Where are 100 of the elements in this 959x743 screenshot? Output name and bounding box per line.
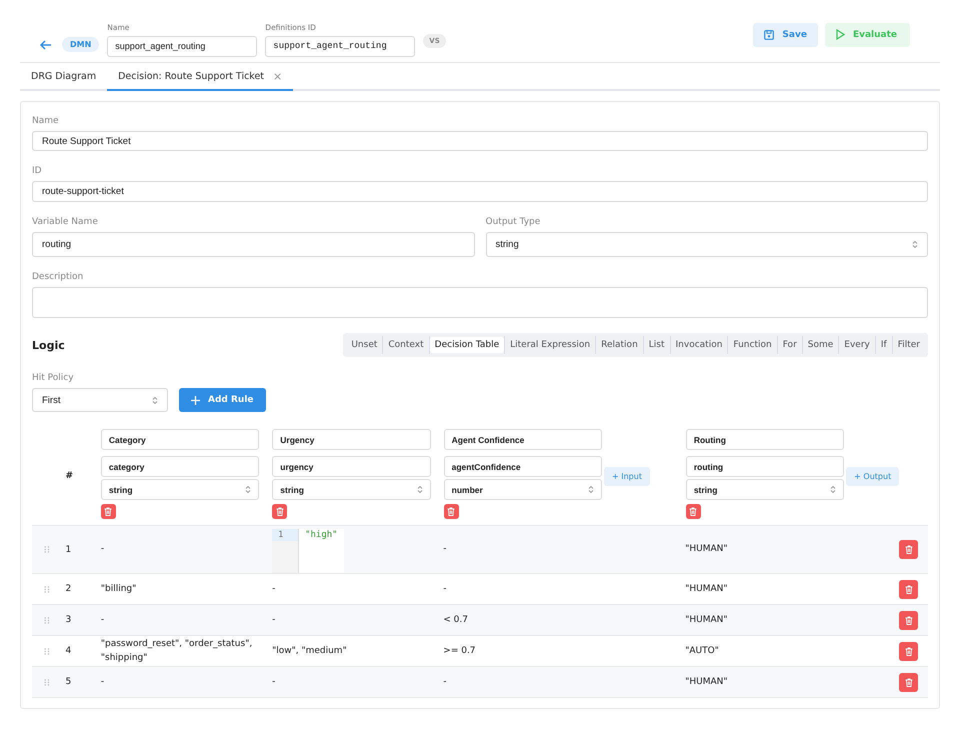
logic-type-tab[interactable]: Filter [892,337,925,354]
field-label: Variable Name [32,216,99,227]
field-label: Output Type [486,216,542,227]
table-cell-text: - [272,676,276,689]
table-cell-text: - [272,614,276,627]
description-field[interactable] [32,286,928,318]
definitions-id-field[interactable]: support_agent_routing [265,36,416,56]
plus-icon [191,396,200,405]
table-cell-text: - [443,582,447,596]
table-cell-text: "AUTO" [685,644,719,658]
delete-button[interactable] [899,672,918,692]
section-title: Logic [32,338,65,352]
line-number: 1 [272,529,298,542]
name-field[interactable]: support_agent_routing [107,36,258,56]
editor-tab[interactable]: DRG Diagram [20,63,108,91]
field-label: Name [32,116,60,126]
chevron-updown-icon [245,485,252,494]
play-icon [836,29,845,40]
delete-button[interactable] [100,504,116,520]
row-number: 5 [65,677,72,688]
input-expression-field[interactable]: category [100,456,260,478]
table-cell-text: - [100,543,104,556]
trash-icon [447,507,456,516]
drag-handle-icon[interactable] [44,678,50,687]
row-number: 3 [65,615,72,626]
trash-icon [904,678,913,687]
trash-icon [104,507,112,516]
table-cell-text: "password_reset", "order_status", "shipping" [100,638,254,666]
chevron-updown-icon [830,485,836,494]
dmn-badge: DMN [62,37,100,52]
editor-tab[interactable]: Decision: Route Support Ticket × [107,63,294,91]
column-header: # [66,471,74,482]
drag-handle-icon[interactable] [44,545,50,554]
output-type-select[interactable]: string [686,479,844,500]
code-text: "high" [304,529,339,542]
drag-handle-icon[interactable] [44,584,50,594]
chevron-updown-icon [416,485,423,494]
logic-type-tab[interactable]: Function [728,337,777,354]
delete-button[interactable] [899,580,918,599]
input-type-select[interactable]: string [100,479,260,500]
output-type-select[interactable]: string [486,232,928,257]
field-label: ID [32,166,43,176]
logic-type-tab[interactable]: Relation [596,337,643,354]
row-number: 2 [65,584,72,594]
input-expression-field[interactable]: agentConfidence [444,456,602,478]
output-expression-field[interactable]: routing [686,456,844,478]
logic-type-tab[interactable]: List [644,337,670,354]
trash-icon [904,545,913,554]
logic-type-tab[interactable]: Unset [346,337,382,354]
table-cell-text: "low", "medium" [272,644,347,658]
logic-type-tab[interactable]: If [876,337,892,354]
delete-button[interactable] [444,504,459,520]
table-cell-text: - [100,614,104,627]
table-cell-text: "HUMAN" [685,582,728,596]
table-cell-text: >= 0.7 [443,644,476,658]
delete-button[interactable] [899,540,918,560]
trash-icon [689,507,698,516]
trash-icon [904,616,913,625]
chevron-updown-icon [152,396,158,405]
name-field[interactable]: Route Support Ticket [32,131,928,152]
drag-handle-icon[interactable] [44,646,50,656]
input-type-select[interactable]: number [444,479,602,500]
delete-button[interactable] [272,504,288,520]
table-cell-text: - [443,543,447,556]
logic-type-tab[interactable]: Decision Table [430,337,504,354]
table-cell-text: - [272,582,276,596]
table-cell-text: "billing" [100,582,136,596]
input-label-field[interactable]: Urgency [272,429,431,450]
trash-icon [904,646,913,656]
input-expression-field[interactable]: urgency [272,456,431,478]
chevron-updown-icon [912,240,918,249]
table-cell-text: - [443,676,447,689]
input-label-field[interactable]: Agent Confidence [444,429,602,450]
id-field[interactable]: route-support-ticket [32,181,928,202]
input-label-field[interactable]: Category [100,429,260,450]
logic-type-tab[interactable]: Invocation [670,337,728,354]
delete-button[interactable] [686,504,701,520]
row-number: 4 [65,646,72,656]
table-cell-text: "HUMAN" [685,676,728,689]
logic-type-tab[interactable]: Literal Expression [505,337,596,354]
chevron-updown-icon [588,485,594,494]
field-label: Description [32,272,84,282]
output-label-field[interactable]: Routing [686,429,844,450]
code-editor[interactable]: 1 "high" [272,529,344,574]
delete-button[interactable] [899,642,918,661]
logic-type-tab[interactable]: Some [802,337,838,354]
table-cell-text: "HUMAN" [685,543,728,556]
hit-policy-select[interactable]: First [32,388,168,412]
logic-type-tab[interactable]: Every [839,337,875,354]
field-label: Hit Policy [32,373,75,384]
drag-handle-icon[interactable] [44,616,50,625]
trash-icon [904,584,913,594]
back-arrow-icon[interactable] [40,40,52,50]
table-cell-text: - [100,676,104,689]
trash-icon [276,507,284,516]
input-type-select[interactable]: string [272,479,431,500]
logic-type-tab[interactable]: Context [383,337,429,354]
variable-name-field[interactable]: routing [32,232,474,257]
delete-button[interactable] [899,610,918,630]
logic-type-tab[interactable]: For [778,337,802,354]
